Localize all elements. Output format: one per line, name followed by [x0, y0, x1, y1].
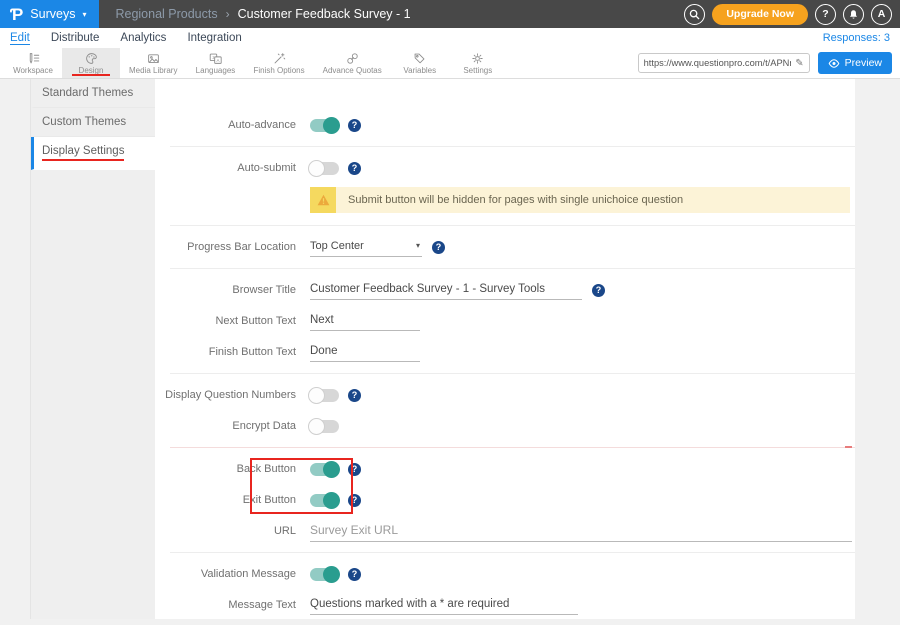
- design-icon: [85, 52, 98, 65]
- responses-count[interactable]: Responses: 3: [823, 32, 890, 44]
- breadcrumb: Regional Products › Customer Feedback Su…: [115, 7, 410, 21]
- auto-submit-toggle[interactable]: [310, 162, 339, 175]
- sidebar-item-display-settings[interactable]: Display Settings: [31, 137, 155, 170]
- svg-text:A: A: [216, 57, 219, 62]
- warning-icon: [310, 187, 336, 213]
- back-exit-group: Back Button ? Exit Button ?: [155, 456, 855, 513]
- help-icon[interactable]: ?: [348, 119, 361, 132]
- variables-icon: [413, 52, 426, 65]
- help-icon[interactable]: ?: [348, 568, 361, 581]
- toolbar-item-advance-quotas[interactable]: Advance Quotas: [314, 48, 391, 78]
- setting-validation-message: Validation Message ?: [155, 561, 855, 587]
- setting-auto-submit: Auto-submit ?: [155, 155, 855, 181]
- browser-title-input[interactable]: [310, 281, 582, 300]
- setting-exit-url: URL: [155, 518, 855, 544]
- eye-icon: [828, 59, 840, 68]
- breadcrumb-survey-name: Customer Feedback Survey - 1: [238, 7, 411, 21]
- encrypt-data-toggle[interactable]: [310, 420, 339, 433]
- next-button-text-input[interactable]: [310, 312, 420, 331]
- tab-analytics[interactable]: Analytics: [120, 32, 166, 44]
- questionpro-logo-icon: Ƥ: [10, 6, 23, 23]
- preview-button[interactable]: Preview: [818, 52, 892, 74]
- tab-edit[interactable]: Edit: [10, 32, 30, 45]
- product-name: Surveys: [30, 7, 75, 21]
- edit-url-icon[interactable]: ✎: [795, 58, 803, 69]
- notifications-button[interactable]: [843, 4, 864, 25]
- setting-finish-button-text: Finish Button Text: [155, 339, 855, 365]
- help-menu-button[interactable]: ?: [815, 4, 836, 25]
- toolbar-item-design[interactable]: Design: [62, 48, 120, 78]
- media-library-icon: [147, 52, 160, 65]
- progress-bar-location-select[interactable]: Top Center ▾: [310, 238, 422, 257]
- finish-button-text-input[interactable]: [310, 343, 420, 362]
- upgrade-now-button[interactable]: Upgrade Now: [712, 4, 808, 25]
- page-body: Standard Themes Custom Themes Display Se…: [0, 79, 900, 624]
- exit-button-toggle[interactable]: [310, 494, 339, 507]
- help-icon[interactable]: ?: [348, 389, 361, 402]
- toolbar-item-variables[interactable]: Variables: [391, 48, 449, 78]
- survey-menubar: Edit Distribute Analytics Integration Re…: [0, 28, 900, 48]
- survey-url-field[interactable]: ✎: [638, 53, 810, 73]
- setting-encrypt-data: Encrypt Data: [155, 413, 855, 439]
- validation-message-toggle[interactable]: [310, 568, 339, 581]
- setting-message-text: Message Text: [155, 592, 855, 618]
- toolbar-item-media-library[interactable]: Media Library: [120, 48, 186, 78]
- tab-integration[interactable]: Integration: [187, 32, 241, 44]
- help-icon[interactable]: ?: [348, 463, 361, 476]
- toolbar-item-finish-options[interactable]: Finish Options: [244, 48, 313, 78]
- topbar-actions: Upgrade Now ? A: [684, 4, 900, 25]
- setting-next-button-text: Next Button Text: [155, 308, 855, 334]
- setting-back-button: Back Button ?: [155, 456, 855, 482]
- display-question-numbers-toggle[interactable]: [310, 389, 339, 402]
- help-icon[interactable]: ?: [592, 284, 605, 297]
- toolbar-item-settings[interactable]: Settings: [449, 48, 507, 78]
- divider: [170, 552, 855, 553]
- search-icon: [689, 9, 700, 20]
- settings-icon: [471, 52, 484, 65]
- design-toolbar: Workspace Design Media Library zA Langua…: [0, 48, 900, 79]
- display-settings-panel: Auto-advance ? Auto-submit ? Submit butt…: [155, 79, 855, 619]
- breadcrumb-folder[interactable]: Regional Products: [115, 7, 217, 21]
- toolbar-item-workspace[interactable]: Workspace: [4, 48, 62, 78]
- finish-options-icon: [273, 52, 286, 65]
- sidebar-item-standard-themes[interactable]: Standard Themes: [31, 79, 155, 108]
- chevron-down-icon: ▾: [416, 241, 420, 250]
- divider: [170, 268, 855, 269]
- divider: [170, 146, 855, 147]
- chevron-down-icon: ▾: [82, 9, 86, 19]
- warning-text: Submit button will be hidden for pages w…: [336, 187, 695, 213]
- annotation-underline-design: [72, 74, 110, 76]
- search-button[interactable]: [684, 4, 705, 25]
- back-button-toggle[interactable]: [310, 463, 339, 476]
- survey-exit-url-input[interactable]: [310, 521, 852, 542]
- help-icon[interactable]: ?: [348, 162, 361, 175]
- annotation-red-tick: [845, 446, 852, 448]
- setting-auto-advance: Auto-advance ?: [155, 112, 855, 138]
- account-avatar[interactable]: A: [871, 4, 892, 25]
- tab-distribute[interactable]: Distribute: [51, 32, 100, 44]
- setting-exit-button: Exit Button ?: [155, 487, 855, 513]
- topbar: Ƥ Surveys ▾ Regional Products › Customer…: [0, 0, 900, 28]
- divider: [170, 225, 855, 226]
- divider: [170, 373, 855, 374]
- languages-icon: zA: [209, 52, 222, 65]
- design-sidebar: Standard Themes Custom Themes Display Se…: [30, 79, 155, 619]
- divider: [170, 447, 855, 448]
- product-switcher[interactable]: Ƥ Surveys ▾: [0, 0, 99, 28]
- survey-url-input[interactable]: [644, 58, 792, 68]
- setting-display-question-numbers: Display Question Numbers ?: [155, 382, 855, 408]
- message-text-input[interactable]: [310, 596, 578, 615]
- advance-quotas-icon: [346, 52, 359, 65]
- bell-icon: [848, 9, 859, 20]
- setting-progress-bar-location: Progress Bar Location Top Center ▾ ?: [155, 234, 855, 260]
- setting-browser-title: Browser Title ?: [155, 277, 855, 303]
- workspace-icon: [27, 52, 40, 65]
- sidebar-item-custom-themes[interactable]: Custom Themes: [31, 108, 155, 137]
- auto-advance-toggle[interactable]: [310, 119, 339, 132]
- help-icon[interactable]: ?: [432, 241, 445, 254]
- warning-banner: Submit button will be hidden for pages w…: [310, 187, 850, 213]
- help-icon[interactable]: ?: [348, 494, 361, 507]
- breadcrumb-separator-icon: ›: [226, 7, 230, 21]
- toolbar-item-languages[interactable]: zA Languages: [186, 48, 244, 78]
